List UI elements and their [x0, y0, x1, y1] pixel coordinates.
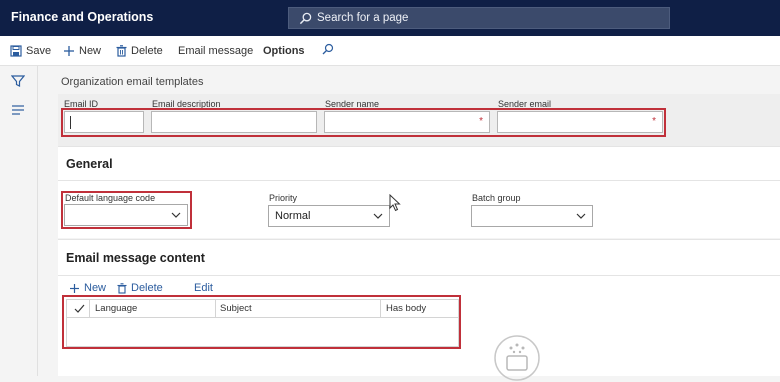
- sender-email-label: Sender email: [498, 99, 552, 109]
- column-header-has-body[interactable]: Has body: [386, 303, 426, 314]
- column-header-subject[interactable]: Subject: [220, 303, 252, 314]
- save-button[interactable]: Save: [10, 45, 51, 57]
- delete-button[interactable]: Delete: [116, 45, 163, 57]
- column-separator: [380, 300, 381, 318]
- priority-select[interactable]: Normal: [268, 205, 390, 227]
- general-section: General Default language code Priority N…: [58, 146, 780, 238]
- required-marker: *: [479, 116, 483, 127]
- trash-icon: [117, 282, 127, 294]
- page-title: Organization email templates: [61, 76, 204, 88]
- select-all-check-icon[interactable]: [74, 304, 85, 314]
- app-title: Finance and Operations: [11, 10, 154, 24]
- left-rail: [0, 66, 38, 376]
- plus-icon: [70, 283, 79, 293]
- new-button[interactable]: New: [63, 45, 101, 57]
- grid-delete-button[interactable]: Delete: [117, 282, 163, 294]
- chevron-down-icon: [576, 213, 586, 219]
- required-marker: *: [652, 116, 656, 127]
- column-header-language[interactable]: Language: [95, 303, 137, 314]
- empty-state-icon: [494, 335, 540, 381]
- chevron-down-icon: [373, 213, 383, 219]
- default-language-label: Default language code: [65, 193, 156, 203]
- mouse-pointer-icon: [389, 194, 401, 212]
- email-description-label: Email description: [152, 99, 221, 109]
- grid-header: Language Subject Has body: [67, 300, 460, 318]
- column-separator: [215, 300, 216, 318]
- search-input[interactable]: Search for a page: [288, 7, 670, 29]
- filter-icon[interactable]: [11, 74, 25, 88]
- default-language-select[interactable]: [64, 204, 188, 226]
- sender-email-field[interactable]: *: [497, 111, 663, 133]
- grid-delete-label: Delete: [131, 282, 163, 294]
- plus-icon: [64, 46, 74, 57]
- action-search-button[interactable]: [322, 43, 334, 58]
- chevron-down-icon: [171, 212, 181, 218]
- column-separator: [89, 300, 90, 318]
- main-content: Organization email templates Email ID Em…: [38, 66, 780, 381]
- sender-name-label: Sender name: [325, 99, 380, 109]
- text-cursor: [70, 116, 71, 129]
- new-label: New: [79, 45, 102, 57]
- general-title: General: [66, 157, 113, 171]
- search-icon: [299, 12, 312, 25]
- grid-new-button[interactable]: New: [69, 282, 106, 294]
- delete-label: Delete: [131, 45, 163, 57]
- email-id-label: Email ID: [64, 99, 99, 109]
- divider: [58, 180, 780, 181]
- email-content-section: Email message content New Delete Edit La: [58, 239, 780, 381]
- email-description-field[interactable]: [151, 111, 317, 133]
- divider: [58, 275, 780, 276]
- email-message-button[interactable]: Email message: [178, 45, 253, 57]
- grid-edit-button[interactable]: Edit: [194, 282, 213, 294]
- app-bar: Finance and Operations Search for a page: [0, 0, 780, 36]
- save-icon: [10, 45, 22, 57]
- list-icon[interactable]: [11, 104, 25, 116]
- action-pane: Save New Delete Email message Options: [0, 36, 780, 66]
- batch-group-select[interactable]: [471, 205, 593, 227]
- search-icon: [322, 43, 334, 55]
- priority-value: Normal: [275, 210, 311, 222]
- email-id-field[interactable]: [64, 111, 144, 133]
- email-content-title: Email message content: [66, 251, 205, 265]
- sender-name-field[interactable]: *: [324, 111, 490, 133]
- options-tab[interactable]: Options: [263, 45, 305, 57]
- search-placeholder: Search for a page: [317, 12, 409, 24]
- priority-label: Priority: [269, 193, 298, 203]
- batch-group-label: Batch group: [472, 193, 521, 203]
- trash-icon: [116, 45, 127, 57]
- email-content-grid: Language Subject Has body: [66, 299, 460, 347]
- grid-new-label: New: [84, 282, 107, 294]
- save-label: Save: [26, 45, 52, 57]
